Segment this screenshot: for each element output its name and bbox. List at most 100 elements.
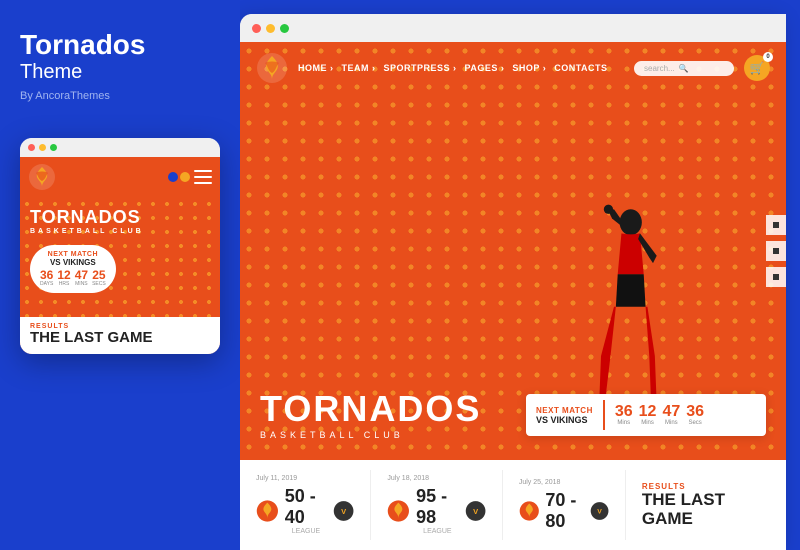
mobile-hamburger-icon[interactable] [194,170,212,184]
side-nav-dot-1[interactable] [766,215,786,235]
color-dot-yellow [180,172,190,182]
desktop-nm-item-1: 36 Mins [615,404,633,426]
side-nav-dot-3[interactable] [766,267,786,287]
search-icon: 🔍 [679,64,689,73]
team-logo-tornados-3 [519,496,540,526]
nav-link-sportpress[interactable]: SPORTPRESS › [384,63,457,73]
mobile-team-sub: BASKETBALL CLUB [30,228,210,235]
desktop-nm-num-4: 36 [686,404,704,420]
mobile-hero: TORNADOS BASKETBALL CLUB NEXT MATCH VS V… [20,197,220,317]
cart-icon[interactable]: 🛒 0 [744,55,770,81]
svg-text:V: V [341,507,346,516]
desktop-nm-num-1: 36 [615,404,633,420]
match-card-3-content: July 25, 2018 70 - 80 V [519,479,609,532]
nav-link-team[interactable]: TEAM › [342,63,376,73]
nav-link-home[interactable]: HOME › [298,63,334,73]
desktop-nm-vs: VS VIKINGS [536,415,593,425]
nav-link-contacts[interactable]: CONTACTS [554,63,607,73]
match-score-2: 95 - 98 [416,486,458,528]
mobile-site-content: TORNADOS BASKETBALL CLUB NEXT MATCH VS V… [20,157,220,355]
match-card-2-content: July 18, 2018 95 - 98 League V [387,475,485,535]
desktop-nm-num-2: 12 [639,404,657,420]
desktop-nm-divider [603,400,605,430]
desktop-nav-links: HOME › TEAM › SPORTPRESS › PAGES › SHOP … [298,63,624,73]
desktop-next-match-bar: NEXT MATCH VS VIKINGS 36 Mins 12 Mins [526,394,766,436]
cart-badge: 0 [763,52,773,62]
nav-link-pages[interactable]: PAGES › [465,63,505,73]
side-nav [766,215,786,287]
mobile-count-label-hrs: Hrs [57,281,70,287]
desktop-nm-unit-2: Mins [641,420,654,426]
svg-text:V: V [473,507,478,516]
desktop-hero: HOME › TEAM › SPORTPRESS › PAGES › SHOP … [240,42,786,460]
mobile-nav-right [168,170,212,184]
minimize-dot [39,144,46,151]
nav-link-shop[interactable]: SHOP › [512,63,546,73]
theme-title: Tornados [20,30,145,61]
mobile-results-title: THE LAST GAME [30,330,210,347]
desktop-search-text: search... [644,64,675,73]
desktop-nm-item-4: 36 Secs [686,404,704,426]
mobile-team-name: TORNADOS [30,207,210,228]
match-date-2: July 18, 2018 [387,475,485,482]
maximize-dot [50,144,57,151]
mobile-logo-icon [28,163,56,191]
desktop-results-card: RESULTS THE LAST GAME [642,470,770,540]
mobile-count-label-days: Days [40,281,53,287]
mobile-mockup: TORNADOS BASKETBALL CLUB NEXT MATCH VS V… [20,138,220,355]
close-dot [28,144,35,151]
desktop-bottom-section: July 11, 2019 50 - 40 League [240,460,786,550]
mobile-count-num-hrs: 12 [57,269,70,281]
match-league-2: League [423,528,451,535]
desktop-maximize-dot [280,24,289,33]
desktop-search-bar[interactable]: search... 🔍 [634,61,734,76]
mobile-results-section: RESULTS THE LAST GAME [20,317,220,355]
desktop-nm-item-2: 12 Mins [639,404,657,426]
desktop-hero-body: TORNADOS BASKETBALL CLUB [240,94,786,460]
desktop-nm-countdown: 36 Mins 12 Mins 47 Mins 36 [615,404,704,426]
team-logo-tornados-2 [387,496,410,526]
mobile-countdown-days: 36 Days [40,269,53,287]
desktop-nm-unit-4: Secs [688,420,701,426]
desktop-nav: HOME › TEAM › SPORTPRESS › PAGES › SHOP … [240,42,786,94]
theme-subtitle: Theme [20,61,145,84]
desktop-browser-bar [240,14,786,42]
mobile-count-num-mins: 47 [75,269,88,281]
mobile-nav [20,157,220,197]
mobile-next-match-card: NEXT MATCH VS VIKINGS 36 Days 12 Hrs 47 [30,245,116,293]
match-card-1-content: July 11, 2019 50 - 40 League [256,475,354,535]
desktop-logo-icon [256,52,288,84]
mobile-countdown: 36 Days 12 Hrs 47 Mins 25 [40,269,106,287]
left-panel: Tornados Theme By AncoraThemes [0,0,240,550]
team-logo-vikings-2: V [465,497,486,525]
desktop-minimize-dot [266,24,275,33]
svg-text:V: V [597,508,602,515]
mobile-count-num-secs: 25 [92,269,106,281]
match-score-1: 50 - 40 [285,486,327,528]
mobile-count-num-days: 36 [40,269,53,281]
desktop-nm-num-3: 47 [662,404,680,420]
author-label: By AncoraThemes [20,90,145,102]
desktop-nm-label: NEXT MATCH [536,406,593,415]
match-card-3: July 25, 2018 70 - 80 V [519,470,626,540]
mobile-countdown-hrs: 12 Hrs [57,269,70,287]
desktop-results-title: THE LAST GAME [642,491,770,528]
match-date-3: July 25, 2018 [519,479,609,486]
right-panel: HOME › TEAM › SPORTPRESS › PAGES › SHOP … [240,14,786,550]
desktop-close-dot [252,24,261,33]
mobile-color-dots [168,172,190,182]
team-logo-vikings-1: V [333,497,354,525]
match-card-1: July 11, 2019 50 - 40 League [256,470,371,540]
side-nav-inner-1 [773,222,779,228]
desktop-nm-label-area: NEXT MATCH VS VIKINGS [536,406,593,425]
mobile-count-label-secs: Secs [92,281,106,287]
desktop-nm-item-3: 47 Mins [662,404,680,426]
mobile-countdown-secs: 25 Secs [92,269,106,287]
desktop-site-content: HOME › TEAM › SPORTPRESS › PAGES › SHOP … [240,42,786,550]
mobile-countdown-mins: 47 Mins [75,269,88,287]
mobile-count-label-mins: Mins [75,281,88,287]
side-nav-dot-2[interactable] [766,241,786,261]
team-logo-tornados-1 [256,496,279,526]
mobile-next-match-label: NEXT MATCH [48,251,98,258]
side-nav-inner-2 [773,248,779,254]
